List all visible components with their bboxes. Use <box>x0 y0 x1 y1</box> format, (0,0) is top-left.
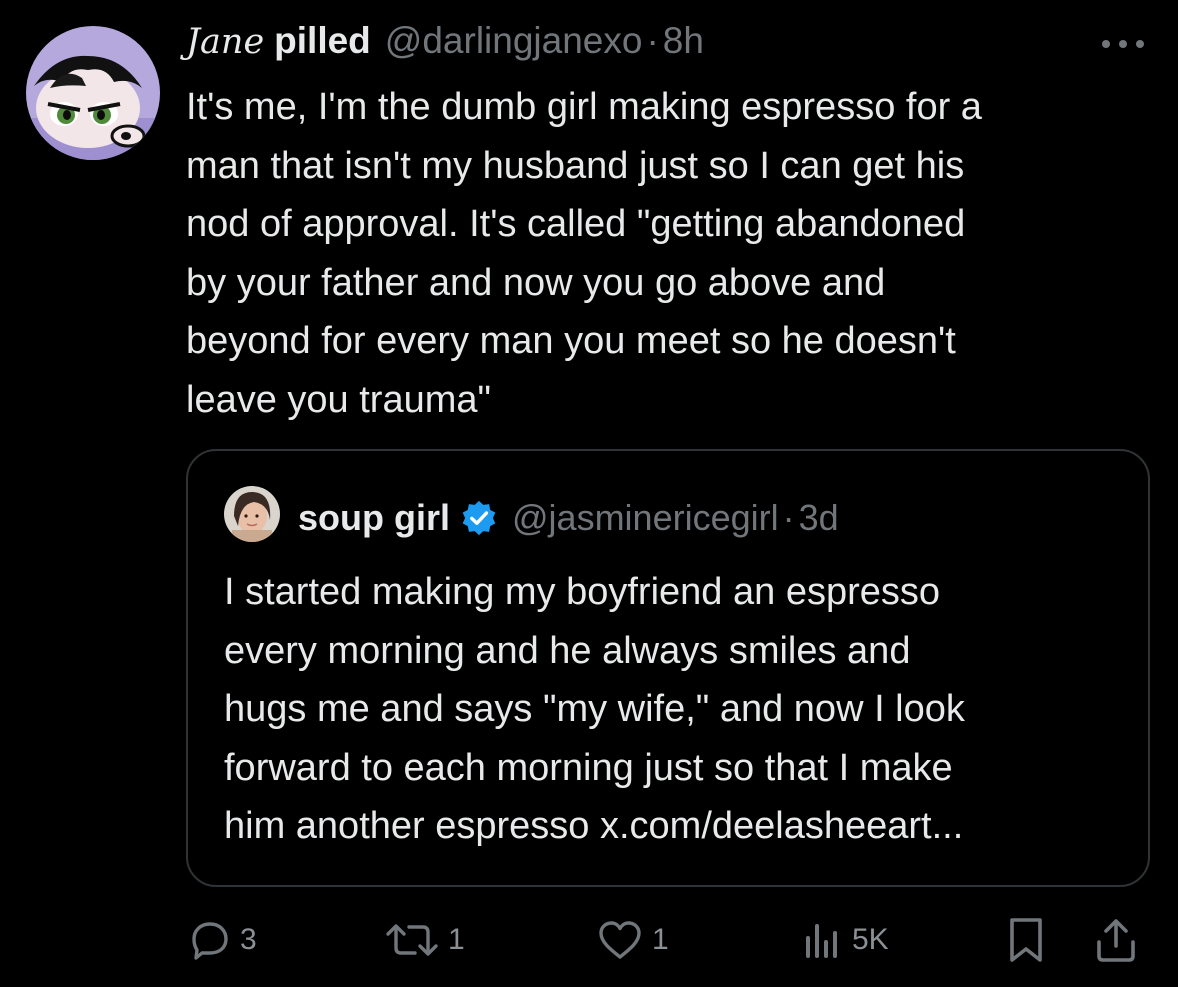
quoted-header-separator: · <box>782 497 795 538</box>
more-horizontal-icon <box>1102 40 1144 48</box>
post-text-line: man that isn't my husband just so I can … <box>186 144 965 187</box>
tweet: Jane pilled @darlingjanexo · 8h It's me,… <box>0 0 1178 987</box>
quoted-author-handle[interactable]: @jasminericegirl <box>512 497 779 539</box>
author-handle[interactable]: @darlingjanexo <box>385 20 643 62</box>
post-text-line: leave you trauma" <box>186 378 491 421</box>
quoted-post-header: soup girl @jasminericegirl · 3d <box>298 493 839 543</box>
post-time[interactable]: 8h <box>663 20 704 62</box>
quoted-post-text: I started making my boyfriend an espress… <box>224 563 1124 856</box>
quoted-post-time[interactable]: 3d <box>799 497 839 539</box>
header-separator: · <box>646 20 659 61</box>
quoted-text-line: every morning and he always smiles and <box>224 629 911 672</box>
views-button[interactable]: 5K <box>800 910 889 970</box>
post-text: It's me, I'm the dumb girl making espres… <box>186 78 1146 429</box>
quoted-author-name[interactable]: soup girl <box>298 497 450 539</box>
views-count: 5K <box>852 923 889 956</box>
like-button[interactable]: 1 <box>596 910 669 970</box>
share-icon <box>1097 919 1135 962</box>
share-button[interactable] <box>1094 910 1138 970</box>
repost-count: 1 <box>448 923 465 956</box>
reply-button[interactable]: 3 <box>188 910 257 970</box>
reply-count: 3 <box>240 923 257 956</box>
heart-icon <box>599 921 641 959</box>
like-count: 1 <box>652 923 669 956</box>
quoted-text-line: I started making my boyfriend an espress… <box>224 571 941 613</box>
post-header: Jane pilled @darlingjanexo · 8h <box>186 20 704 72</box>
quoted-text-line: forward to each morning just so that I m… <box>224 746 953 789</box>
reply-icon <box>192 922 228 960</box>
verified-badge-icon[interactable] <box>460 499 498 537</box>
avatar-image <box>26 26 160 160</box>
bookmark-button[interactable] <box>1006 910 1046 970</box>
quoted-avatar-image <box>224 486 280 542</box>
repost-icon <box>386 924 438 956</box>
repost-button[interactable]: 1 <box>384 910 465 970</box>
bookmark-icon <box>1010 918 1042 962</box>
post-text-line: nod of approval. It's called "getting ab… <box>186 203 966 245</box>
quoted-post[interactable]: soup girl @jasminericegirl · 3d I starte… <box>186 449 1150 887</box>
quoted-text-line: him another espresso x.com/deelasheeart.… <box>224 805 964 847</box>
author-avatar[interactable] <box>26 26 160 160</box>
views-chart-icon <box>806 924 837 958</box>
author-name-bold[interactable]: pilled <box>274 20 371 62</box>
post-text-line: It's me, I'm the dumb girl making espres… <box>186 86 982 128</box>
post-text-line: beyond for every man you meet so he does… <box>186 320 956 362</box>
quoted-text-line: hugs me and says "my wife," and now I lo… <box>224 688 965 730</box>
action-bar: 3 1 1 5K <box>186 910 1146 970</box>
quoted-author-avatar[interactable] <box>224 486 280 542</box>
author-name-script[interactable]: Jane <box>186 22 264 62</box>
more-options-button[interactable] <box>1098 36 1148 52</box>
post-text-line: by your father and now you go above and <box>186 261 886 304</box>
